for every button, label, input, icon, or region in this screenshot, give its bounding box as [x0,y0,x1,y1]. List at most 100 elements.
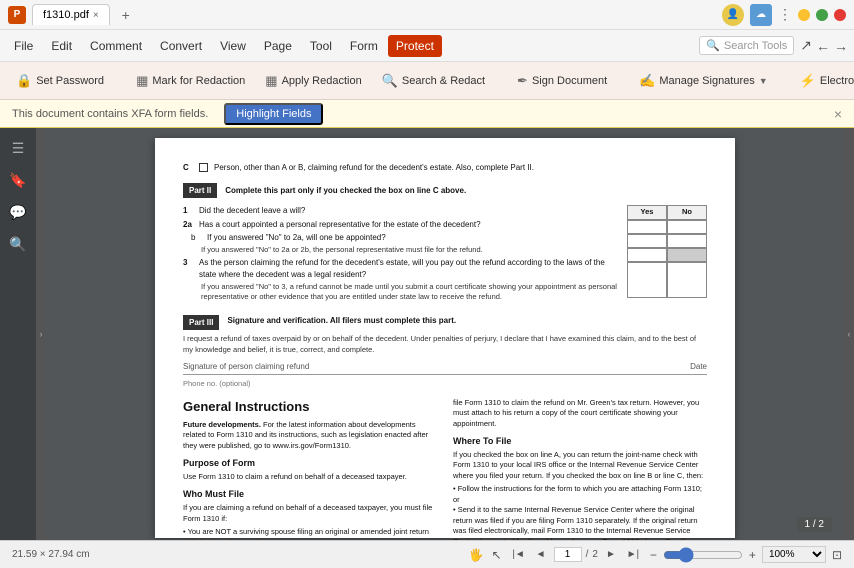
gi-who-title: Who Must File [183,488,437,501]
gi-left-col: General Instructions Future developments… [183,398,437,540]
q1-num: 1 [183,205,195,216]
prev-page-btn[interactable]: ◄ [532,546,550,564]
zoom-in-btn[interactable]: + [749,548,756,562]
menu-protect[interactable]: Protect [388,35,442,57]
apply-redaction-btn[interactable]: ▦ Apply Redaction [257,69,369,93]
minimize-btn[interactable] [798,9,810,21]
q2b-text: If you answered "No" to 2a, will one be … [207,232,619,243]
zoom-slider[interactable] [663,547,743,563]
left-panel-toggle[interactable]: › [36,128,46,540]
last-page-btn[interactable]: ►| [624,546,642,564]
yn-row4 [627,262,707,298]
yn-4-yes [627,262,667,298]
zoom-out-btn[interactable]: − [650,548,657,562]
menu-tool[interactable]: Tool [302,35,340,57]
nav-back-icon[interactable]: ← [816,38,830,54]
option-c-text: Person, other than A or B, claiming refu… [214,162,534,173]
sig-label: Signature of person claiming refund [183,361,309,372]
left-sidebar: ☰ 🔖 💬 🔍 [0,128,36,540]
zoom-select[interactable]: 100% 75% 125% 150% Fit Page [762,546,826,563]
search-redact-label: Search & Redact [402,75,485,87]
app-icon: P [8,6,26,24]
menu-edit[interactable]: Edit [43,35,80,57]
menu-comment[interactable]: Comment [82,35,150,57]
page-total: 2 [592,549,598,560]
gi-where-text: If you checked the box on line A, you ca… [453,450,707,482]
hand-tool-icon[interactable]: 🖐 [469,548,484,562]
q1-text: Did the decedent leave a will? [199,205,619,216]
manage-signatures-btn[interactable]: ✍ Manage Signatures ▼ [631,69,776,93]
menu-page[interactable]: Page [256,35,300,57]
more-options-icon[interactable]: ⋮ [778,6,792,23]
page-number-input[interactable] [554,547,582,562]
yes-header: Yes [627,205,667,220]
zoom-controls: − + 100% 75% 125% 150% Fit Page ⊡ [650,546,842,563]
part2-desc: Complete this part only if you checked t… [225,185,466,196]
general-instructions: General Instructions Future developments… [183,398,707,540]
yn-3-no [667,248,707,262]
nav-forward-icon[interactable]: → [834,38,848,54]
page-badge: 1 / 2 [797,517,832,532]
yn-row2 [627,234,707,248]
sidebar-pages-icon[interactable]: ☰ [6,136,30,160]
option-c-letter: C [183,162,191,173]
sign-document-btn[interactable]: ✒ Sign Document [509,69,615,93]
yn-1-yes [627,220,667,234]
right-panel-toggle[interactable]: ‹ [844,128,854,540]
apply-redaction-icon: ▦ [265,73,277,89]
manage-sig-dropdown-icon: ▼ [759,76,768,86]
gi-title: General Instructions [183,398,437,416]
right-side: ‹ [844,128,854,540]
yn-3-yes [627,248,667,262]
next-page-btn[interactable]: ► [602,546,620,564]
maximize-btn[interactable] [816,9,828,21]
apply-redaction-label: Apply Redaction [282,75,362,87]
menu-view[interactable]: View [212,35,254,57]
document-area[interactable]: C Person, other than A or B, claiming re… [46,128,844,540]
set-password-btn[interactable]: 🔒 Set Password [8,69,112,93]
sidebar-bookmarks-icon[interactable]: 🔖 [6,168,30,192]
mark-redaction-btn[interactable]: ▦ Mark for Redaction [128,69,253,93]
search-icon: 🔍 [706,39,720,52]
part3-label: Part III [183,315,219,330]
main-area: ☰ 🔖 💬 🔍 › C Person, other than A or B, c… [0,128,854,540]
cloud-icon[interactable]: ☁ [750,4,772,26]
part2-label: Part II [183,183,217,198]
search-redact-btn[interactable]: 🔍 Search & Redact [374,69,493,93]
gi-where-bullets: • Follow the instructions for the form t… [453,484,707,540]
first-page-btn[interactable]: |◄ [510,546,528,564]
q1-row: 1 Did the decedent leave a will? [183,205,619,216]
mark-redaction-icon: ▦ [136,73,148,89]
window-close-btn[interactable] [834,9,846,21]
select-tool-icon[interactable]: ↖ [492,548,502,562]
sidebar-comments-icon[interactable]: 💬 [6,200,30,224]
gi-purpose-text: Use Form 1310 to claim a refund on behal… [183,472,437,483]
new-tab-btn[interactable]: + [116,5,136,25]
user-icon[interactable]: 👤 [722,4,744,26]
external-link-icon[interactable]: ↗ [800,37,812,54]
notification-bar: This document contains XFA form fields. … [0,100,854,128]
toolbar: 🔒 Set Password ▦ Mark for Redaction ▦ Ap… [0,62,854,100]
q2a-row: 2a Has a court appointed a personal repr… [183,219,619,230]
sign-document-label: Sign Document [532,75,607,87]
menu-file[interactable]: File [6,35,41,57]
menu-convert[interactable]: Convert [152,35,210,57]
sidebar-search-icon[interactable]: 🔍 [6,232,30,256]
active-tab[interactable]: f1310.pdf × [32,4,110,25]
electro-icon: ⚡ [800,73,816,89]
fit-page-icon[interactable]: ⊡ [832,548,842,562]
notification-close-btn[interactable]: × [834,106,842,122]
yn-header-row: Yes No [627,205,707,220]
no-header: No [667,205,707,220]
part2-header-row: Part II Complete this part only if you c… [183,179,707,202]
search-tools-bar[interactable]: 🔍 Search Tools [699,36,794,55]
option-c-checkbox[interactable] [199,163,208,172]
menu-bar: File Edit Comment Convert View Page Tool… [0,30,854,62]
menu-form[interactable]: Form [342,35,386,57]
q3-row: 3 As the person claiming the refund for … [183,257,619,279]
signature-row: Signature of person claiming refund Date [183,361,707,375]
electroredact-btn[interactable]: ⚡ Electro... [792,69,854,93]
tab-close-btn[interactable]: × [93,10,99,21]
q3-note: If you answered "No" to 3, a refund cann… [201,282,619,303]
highlight-fields-btn[interactable]: Highlight Fields [224,103,323,125]
